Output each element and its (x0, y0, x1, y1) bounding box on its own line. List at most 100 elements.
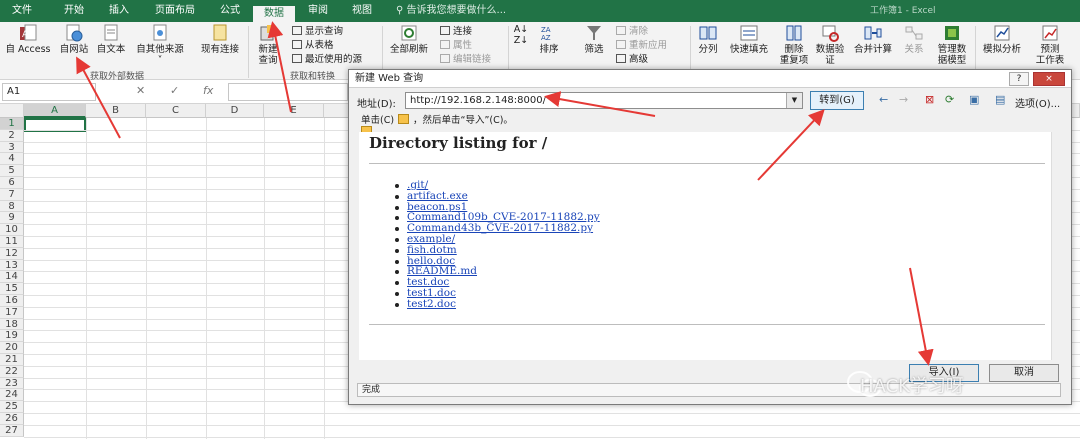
save-query-icon[interactable]: ▣ (969, 93, 979, 107)
tab-formulas[interactable]: 公式 (212, 0, 248, 22)
sort-button[interactable]: ZA AZ 排序 (532, 24, 566, 55)
show-query-button[interactable]: 显示查询 (292, 26, 343, 38)
options-button[interactable]: 选项(O)... (1015, 95, 1060, 110)
row-header[interactable]: 25 (0, 401, 24, 413)
reapply-button[interactable]: 重新应用 (616, 40, 667, 52)
formula-input[interactable] (228, 83, 348, 101)
tab-file[interactable]: 文件 (4, 0, 40, 22)
cancel-icon[interactable]: ✕ (136, 84, 145, 97)
back-icon[interactable]: ← (879, 93, 888, 107)
tab-page-layout[interactable]: 页面布局 (147, 0, 203, 22)
row-header[interactable]: 27 (0, 424, 24, 437)
column-header[interactable]: E (264, 104, 324, 118)
recent-sources-button[interactable]: 最近使用的源 (292, 54, 362, 66)
row-header[interactable]: 1 (0, 118, 24, 130)
row-header[interactable]: 21 (0, 354, 24, 366)
remove-duplicates-button[interactable]: 删除 重复项 (776, 24, 812, 66)
file-list: .git/ artifact.exe beacon.ps1 Command109… (395, 180, 600, 310)
cancel-button[interactable]: 取消 (989, 364, 1059, 382)
from-text-button[interactable]: 自文本 (93, 24, 129, 55)
help-button[interactable]: ? (1009, 72, 1029, 86)
row-header[interactable]: 3 (0, 141, 24, 154)
row-header[interactable]: 12 (0, 247, 24, 260)
properties-button[interactable]: 属性 (440, 40, 472, 52)
column-header[interactable]: D (206, 104, 264, 118)
row-header[interactable]: 24 (0, 389, 24, 402)
refresh-all-button[interactable]: 全部刷新 (386, 24, 432, 55)
tell-me-box[interactable]: ⚲ 告诉我您想要做什么... (396, 0, 506, 22)
row-header[interactable]: 11 (0, 236, 24, 248)
forward-icon[interactable]: → (899, 93, 908, 107)
select-arrow-icon (398, 114, 410, 124)
row-header[interactable]: 7 (0, 188, 24, 201)
row-header[interactable]: 9 (0, 212, 24, 225)
relationships-button[interactable]: 关系 (898, 24, 930, 55)
row-header[interactable]: 8 (0, 200, 24, 213)
validation-icon (822, 25, 839, 42)
list-item: test2.doc (395, 298, 600, 310)
data-validation-button[interactable]: 数据验证 (812, 24, 848, 66)
tab-data[interactable]: 数据 (253, 6, 295, 22)
name-box[interactable]: A1 (2, 83, 96, 101)
row-header[interactable]: 13 (0, 259, 24, 272)
new-query-icon (260, 25, 275, 41)
what-if-analysis-button[interactable]: 模拟分析 (978, 24, 1026, 55)
from-other-sources-button[interactable]: 自其他来源 ˅ (131, 24, 189, 66)
dialog-titlebar: 新建 Web 查询 ? × (349, 70, 1071, 88)
select-all-corner[interactable] (0, 104, 24, 118)
dialog-title: 新建 Web 查询 (355, 73, 424, 84)
row-header[interactable]: 22 (0, 365, 24, 378)
tab-insert[interactable]: 插入 (101, 0, 137, 22)
tab-home[interactable]: 开始 (56, 0, 92, 22)
insert-function-icon[interactable]: fx (203, 84, 213, 97)
clear-filter-button[interactable]: 清除 (616, 26, 648, 38)
consolidate-button[interactable]: 合并计算 (850, 24, 896, 55)
row-header[interactable]: 5 (0, 165, 24, 177)
column-header[interactable]: B (86, 104, 146, 118)
row-header[interactable]: 10 (0, 224, 24, 236)
existing-connections-button[interactable]: 现有连接 (196, 24, 244, 55)
advanced-filter-button[interactable]: 高级 (616, 54, 648, 66)
stop-icon[interactable]: ⊠ (925, 93, 934, 107)
forecast-sheet-button[interactable]: 预测 工作表 (1030, 24, 1070, 66)
row-header[interactable]: 16 (0, 295, 24, 307)
edit-links-button[interactable]: 编辑链接 (440, 54, 491, 66)
flash-fill-button[interactable]: 快速填充 (724, 24, 774, 55)
connections-button[interactable]: 连接 (440, 26, 472, 38)
new-query-button[interactable]: 新建 查询 (252, 24, 284, 66)
address-input[interactable]: http://192.168.2.148:8000/ (405, 92, 803, 109)
column-header[interactable]: A (24, 104, 86, 118)
row-header[interactable]: 19 (0, 330, 24, 343)
row-header[interactable]: 26 (0, 413, 24, 425)
column-header[interactable]: C (146, 104, 206, 118)
manage-data-model-button[interactable]: 管理数 据模型 (932, 24, 972, 66)
file-link[interactable]: test2.doc (407, 298, 456, 310)
address-dropdown-icon[interactable]: ▼ (786, 93, 802, 108)
row-header[interactable]: 2 (0, 129, 24, 142)
text-file-icon (104, 24, 118, 41)
row-header[interactable]: 6 (0, 177, 24, 189)
enter-icon[interactable]: ✓ (170, 84, 179, 97)
row-header[interactable]: 23 (0, 377, 24, 390)
lightbulb-icon: ⚲ (396, 5, 407, 16)
from-web-button[interactable]: 自网站 (56, 24, 92, 55)
close-button[interactable]: × (1033, 72, 1065, 86)
sort-az-icon[interactable]: A↓ Z↓ (512, 24, 530, 46)
row-header[interactable]: 14 (0, 271, 24, 284)
preview-scrollbar[interactable] (1051, 132, 1061, 360)
row-header[interactable]: 18 (0, 318, 24, 331)
link-icon (440, 54, 450, 63)
go-button[interactable]: 转到(G) (810, 91, 864, 110)
row-header[interactable]: 20 (0, 342, 24, 354)
text-to-columns-button[interactable]: 分列 (694, 24, 722, 55)
tab-view[interactable]: 视图 (344, 0, 380, 22)
filter-button[interactable]: 筛选 (578, 24, 610, 55)
from-table-button[interactable]: 从表格 (292, 40, 334, 52)
from-access-button[interactable]: A 自 Access (2, 24, 54, 55)
row-header[interactable]: 17 (0, 306, 24, 319)
row-header[interactable]: 4 (0, 153, 24, 166)
tab-review[interactable]: 审阅 (300, 0, 336, 22)
refresh-icon[interactable]: ⟳ (945, 93, 954, 107)
options-icon[interactable]: ▤ (995, 93, 1005, 107)
row-header[interactable]: 15 (0, 283, 24, 295)
